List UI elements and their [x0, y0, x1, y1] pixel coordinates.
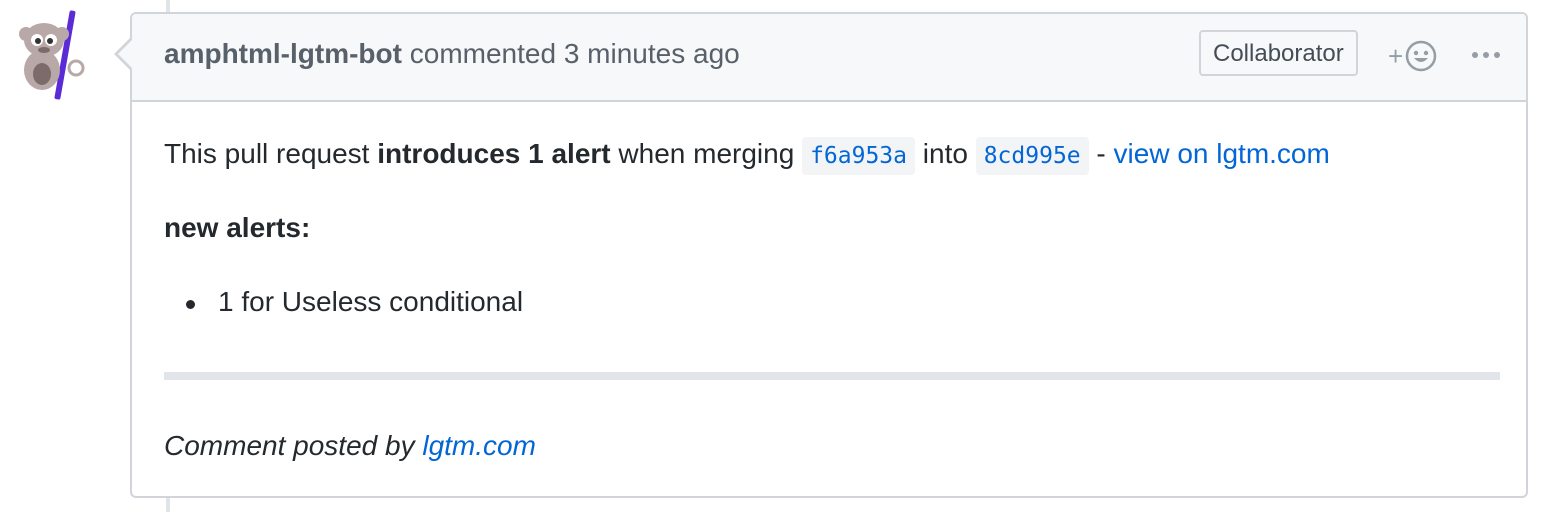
dash-text: -: [1088, 138, 1114, 169]
alert-text: 1 for Useless conditional: [218, 286, 524, 317]
comment-box: amphtml-lgtm-bot commented 3 minutes ago…: [114, 12, 1528, 498]
divider: [164, 372, 1500, 380]
collaborator-badge: Collaborator: [1199, 30, 1358, 76]
bullet-icon: [186, 300, 195, 309]
footer-prefix: Comment posted by: [164, 430, 423, 461]
footer-text: Comment posted by lgtm.com: [164, 430, 536, 462]
comment-action: commented: [409, 38, 557, 69]
summary-prefix: This pull request: [164, 138, 378, 169]
lgtm-link[interactable]: lgtm.com: [422, 430, 536, 461]
smiley-icon: [1405, 40, 1437, 72]
alert-list: 1 for Useless conditional: [164, 286, 523, 318]
summary-line: This pull request introduces 1 alert whe…: [164, 137, 1330, 175]
plus-icon: +: [1388, 41, 1404, 71]
add-reaction-button[interactable]: +: [1388, 38, 1448, 74]
summary-mid: when merging: [610, 138, 803, 169]
summary-bold: introduces 1 alert: [377, 138, 611, 169]
commit-from-link[interactable]: f6a953a: [802, 137, 915, 175]
commit-to-link[interactable]: 8cd995e: [975, 137, 1089, 175]
monkey-avatar-icon: [19, 10, 85, 100]
author-link[interactable]: amphtml-lgtm-bot: [164, 38, 402, 69]
new-alerts-heading: new alerts:: [164, 212, 311, 243]
into-text: into: [915, 138, 976, 169]
kebab-horizontal-icon: [1472, 52, 1500, 58]
more-options-button[interactable]: [1470, 40, 1502, 70]
comment-timestamp[interactable]: 3 minutes ago: [564, 38, 740, 69]
view-on-lgtm-link[interactable]: view on lgtm.com: [1114, 138, 1330, 169]
comment-header-text: amphtml-lgtm-bot commented 3 minutes ago: [164, 38, 740, 70]
avatar[interactable]: [18, 10, 90, 102]
comment-header: amphtml-lgtm-bot commented 3 minutes ago…: [132, 14, 1526, 102]
list-item: 1 for Useless conditional: [164, 286, 523, 318]
